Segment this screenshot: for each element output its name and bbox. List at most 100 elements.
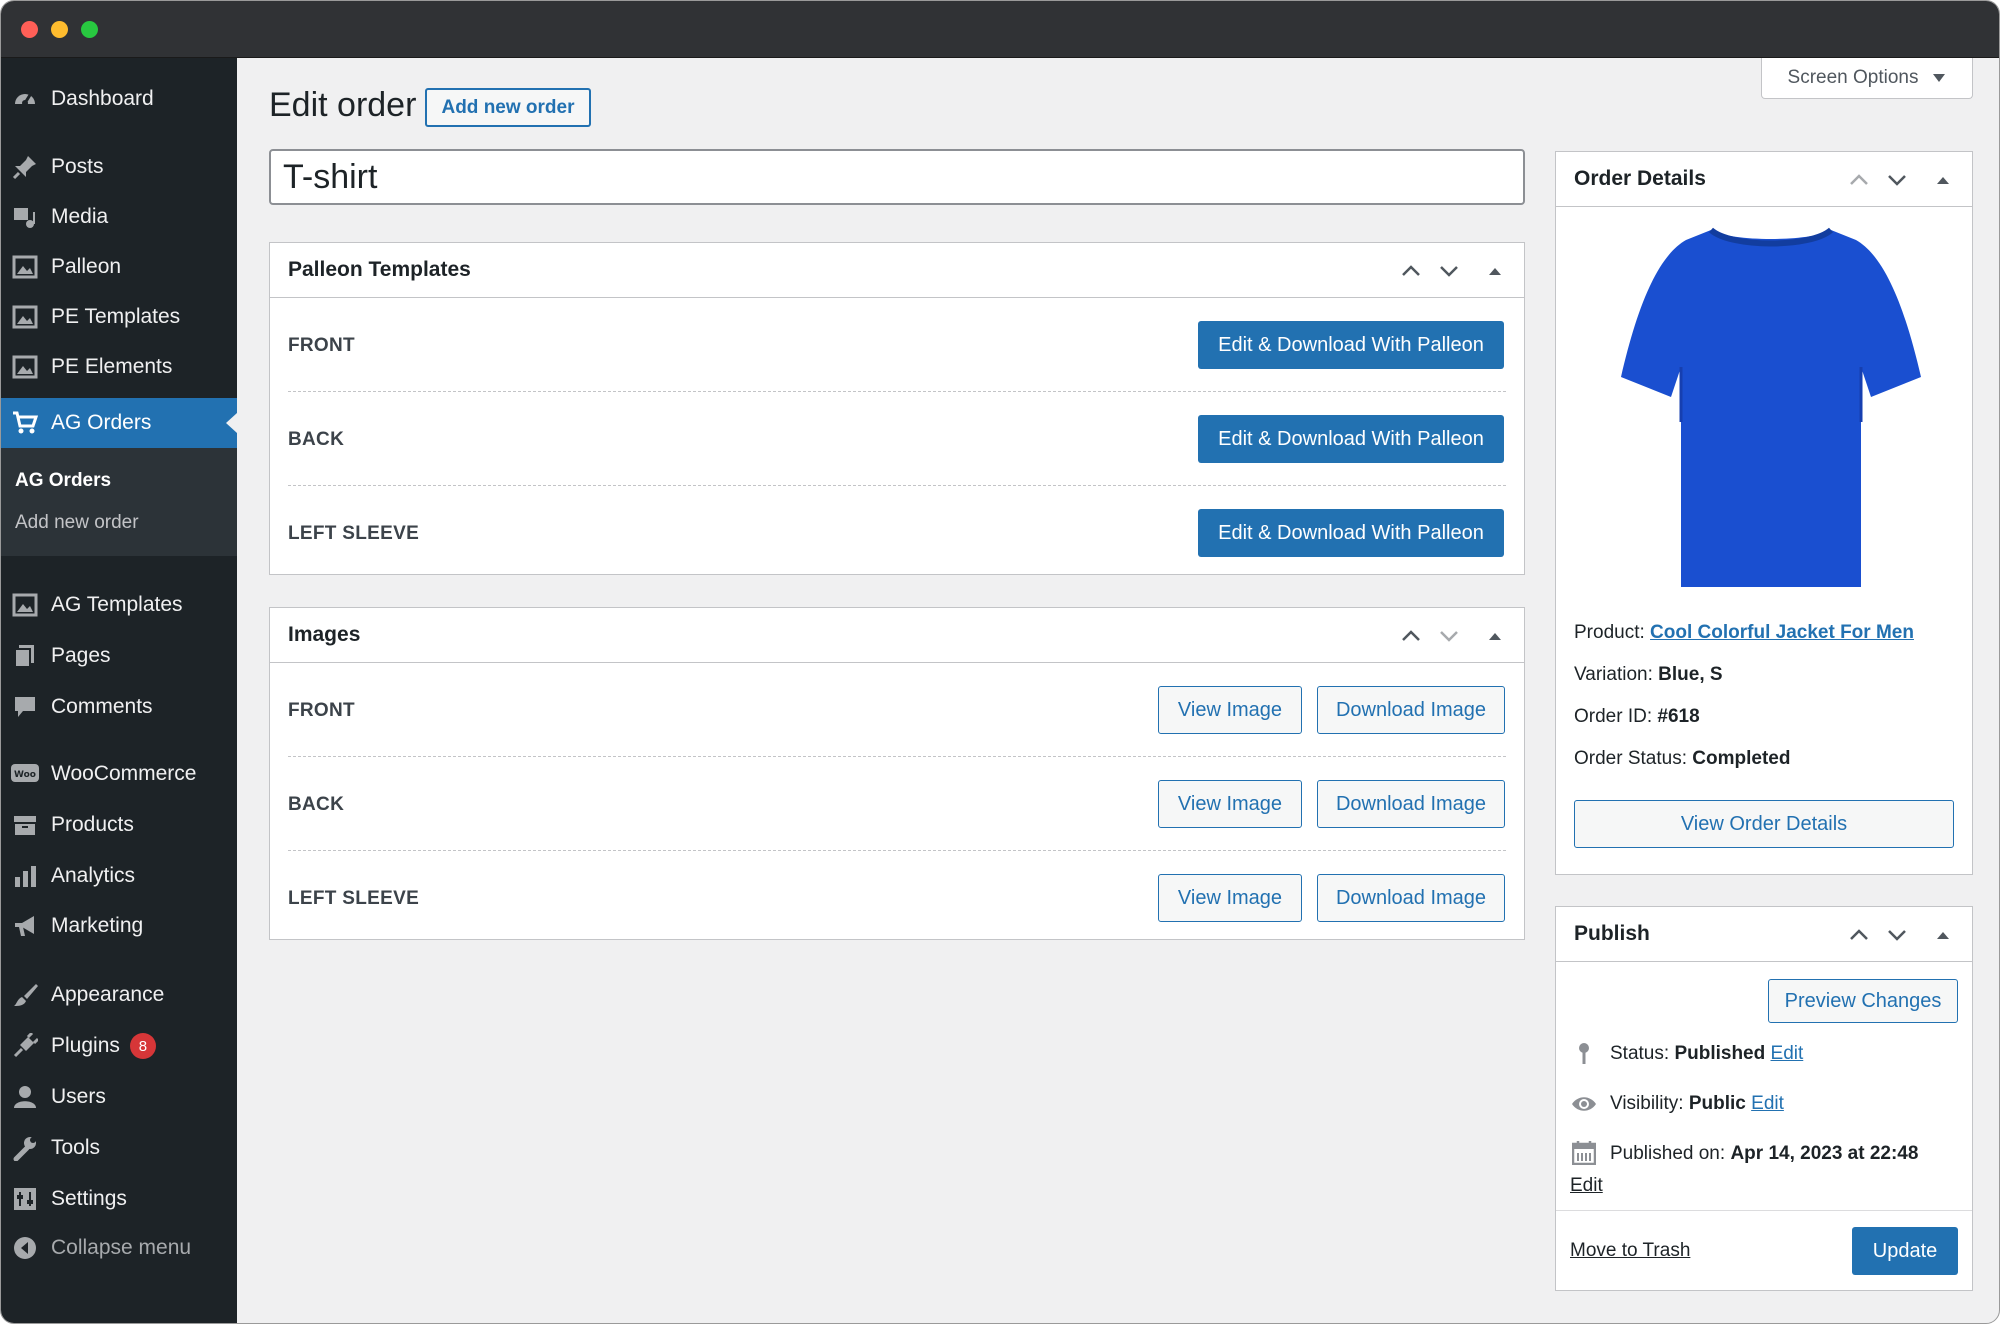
chevron-up-icon[interactable] (1848, 924, 1870, 946)
sidebar-item-dashboard[interactable]: Dashboard (1, 74, 237, 124)
sidebar-item-label: WooCommerce (51, 762, 197, 785)
toggle-panel-icon[interactable] (1484, 625, 1506, 647)
sidebar-item-palleon[interactable]: Palleon (1, 242, 237, 292)
order-details-box: Order Details Product: Cool Colorful Jac… (1555, 151, 1973, 875)
page-title: Edit order (269, 86, 417, 124)
image-icon (11, 353, 39, 381)
postbox-title: Order Details (1574, 167, 1706, 190)
sidebar-item-label: Media (51, 205, 109, 228)
sidebar-item-tools[interactable]: Tools (1, 1123, 237, 1173)
view-order-details-button[interactable]: View Order Details (1574, 800, 1954, 848)
postbox-header: Palleon Templates (270, 243, 1524, 298)
sidebar-item-users[interactable]: Users (1, 1072, 237, 1122)
sidebar-item-ag-orders[interactable]: AG Orders (1, 398, 237, 448)
submenu-item-add-new-order[interactable]: Add new order (15, 512, 139, 534)
sidebar-item-products[interactable]: Products (1, 800, 237, 850)
edit-visibility-link[interactable]: Edit (1751, 1093, 1784, 1114)
postbox-header: Order Details (1556, 152, 1972, 207)
sidebar-item-label: AG Templates (51, 593, 183, 616)
status-value: Published (1674, 1043, 1766, 1064)
minimize-window-button[interactable] (51, 21, 68, 38)
sidebar-item-plugins[interactable]: Plugins 8 (1, 1021, 237, 1071)
chevron-up-icon[interactable] (1400, 260, 1422, 282)
chevron-up-icon[interactable] (1848, 169, 1870, 191)
status-line: Status: Published Edit (1610, 1043, 1804, 1064)
publish-box: Publish Preview Changes Status: Publishe… (1555, 906, 1973, 1291)
title-input[interactable]: T-shirt (269, 149, 1525, 205)
caret-down-icon (1933, 74, 1946, 82)
sidebar-item-appearance[interactable]: Appearance (1, 970, 237, 1020)
chevron-down-icon[interactable] (1438, 260, 1460, 282)
toggle-panel-icon[interactable] (1932, 924, 1954, 946)
download-image-button[interactable]: Download Image (1317, 780, 1505, 828)
postbox-title: Palleon Templates (288, 258, 471, 281)
sidebar-item-settings[interactable]: Settings (1, 1174, 237, 1224)
sidebar-item-marketing[interactable]: Marketing (1, 901, 237, 951)
sidebar-item-label: Tools (51, 1136, 101, 1159)
image-icon (11, 253, 39, 281)
sidebar-item-label: Posts (51, 155, 104, 178)
download-image-button[interactable]: Download Image (1317, 874, 1505, 922)
view-image-button[interactable]: View Image (1158, 780, 1302, 828)
edit-download-palleon-button[interactable]: Edit & Download With Palleon (1198, 509, 1504, 557)
published-date-value: Apr 14, 2023 at 22:48 (1730, 1143, 1919, 1164)
edit-date-link[interactable]: Edit (1570, 1175, 1603, 1197)
edit-download-palleon-button[interactable]: Edit & Download With Palleon (1198, 415, 1504, 463)
chevron-down-icon[interactable] (1438, 625, 1460, 647)
product-link[interactable]: Cool Colorful Jacket For Men (1650, 622, 1914, 643)
sidebar-item-label: Settings (51, 1187, 127, 1210)
move-to-trash-link[interactable]: Move to Trash (1570, 1240, 1690, 1262)
toggle-panel-icon[interactable] (1484, 260, 1506, 282)
sidebar-item-analytics[interactable]: Analytics (1, 851, 237, 901)
sidebar-item-label: Users (51, 1085, 106, 1108)
megaphone-icon (11, 912, 39, 940)
close-window-button[interactable] (21, 21, 38, 38)
sidebar-item-label: AG Orders (51, 411, 152, 434)
row-divider (288, 485, 1506, 486)
calendar-icon (1572, 1141, 1596, 1165)
template-row-label: FRONT (288, 335, 355, 356)
order-status-value: Completed (1692, 748, 1791, 769)
pin-icon (11, 153, 39, 181)
sidebar-item-label: PE Elements (51, 355, 173, 378)
toggle-panel-icon[interactable] (1932, 169, 1954, 191)
images-box: Images FRONT View Image Download Image B… (269, 607, 1525, 940)
sidebar-item-pe-templates[interactable]: PE Templates (1, 292, 237, 342)
sidebar-item-label: Comments (51, 695, 153, 718)
chevron-up-icon[interactable] (1400, 625, 1422, 647)
add-new-order-button[interactable]: Add new order (425, 88, 591, 127)
edit-status-link[interactable]: Edit (1771, 1043, 1804, 1064)
view-image-button[interactable]: View Image (1158, 874, 1302, 922)
postbox-header: Images (270, 608, 1524, 663)
sidebar-item-ag-templates[interactable]: AG Templates (1, 580, 237, 630)
submenu-item-ag-orders[interactable]: AG Orders (15, 470, 111, 492)
download-image-button[interactable]: Download Image (1317, 686, 1505, 734)
sidebar-item-posts[interactable]: Posts (1, 142, 237, 192)
cart-icon (11, 409, 39, 437)
sidebar-item-woocommerce[interactable]: Woo WooCommerce (1, 749, 237, 799)
sidebar-item-label: Palleon (51, 255, 122, 278)
sidebar-item-pe-elements[interactable]: PE Elements (1, 342, 237, 392)
user-icon (11, 1083, 39, 1111)
screen-options-button[interactable]: Screen Options (1761, 58, 1973, 99)
pages-icon (11, 642, 39, 670)
sidebar-item-label: Dashboard (51, 87, 154, 110)
template-row-label: LEFT SLEEVE (288, 523, 420, 544)
pin-icon (1579, 1043, 1589, 1064)
postbox-title: Publish (1574, 922, 1650, 945)
sidebar-item-label: Plugins (51, 1034, 120, 1057)
chevron-down-icon[interactable] (1886, 924, 1908, 946)
plugins-update-badge: 8 (129, 1033, 156, 1059)
chevron-down-icon[interactable] (1886, 169, 1908, 191)
view-image-button[interactable]: View Image (1158, 686, 1302, 734)
preview-changes-button[interactable]: Preview Changes (1768, 979, 1958, 1023)
sidebar-item-pages[interactable]: Pages (1, 631, 237, 681)
palleon-templates-box: Palleon Templates FRONT Edit & Download … (269, 242, 1525, 575)
order-status-line: Order Status: Completed (1574, 748, 1791, 769)
collapse-menu-button[interactable]: Collapse menu (1, 1223, 237, 1273)
sidebar-item-media[interactable]: Media (1, 192, 237, 242)
sidebar-item-comments[interactable]: Comments (1, 682, 237, 732)
maximize-window-button[interactable] (81, 21, 98, 38)
update-button[interactable]: Update (1852, 1227, 1958, 1275)
edit-download-palleon-button[interactable]: Edit & Download With Palleon (1198, 321, 1504, 369)
